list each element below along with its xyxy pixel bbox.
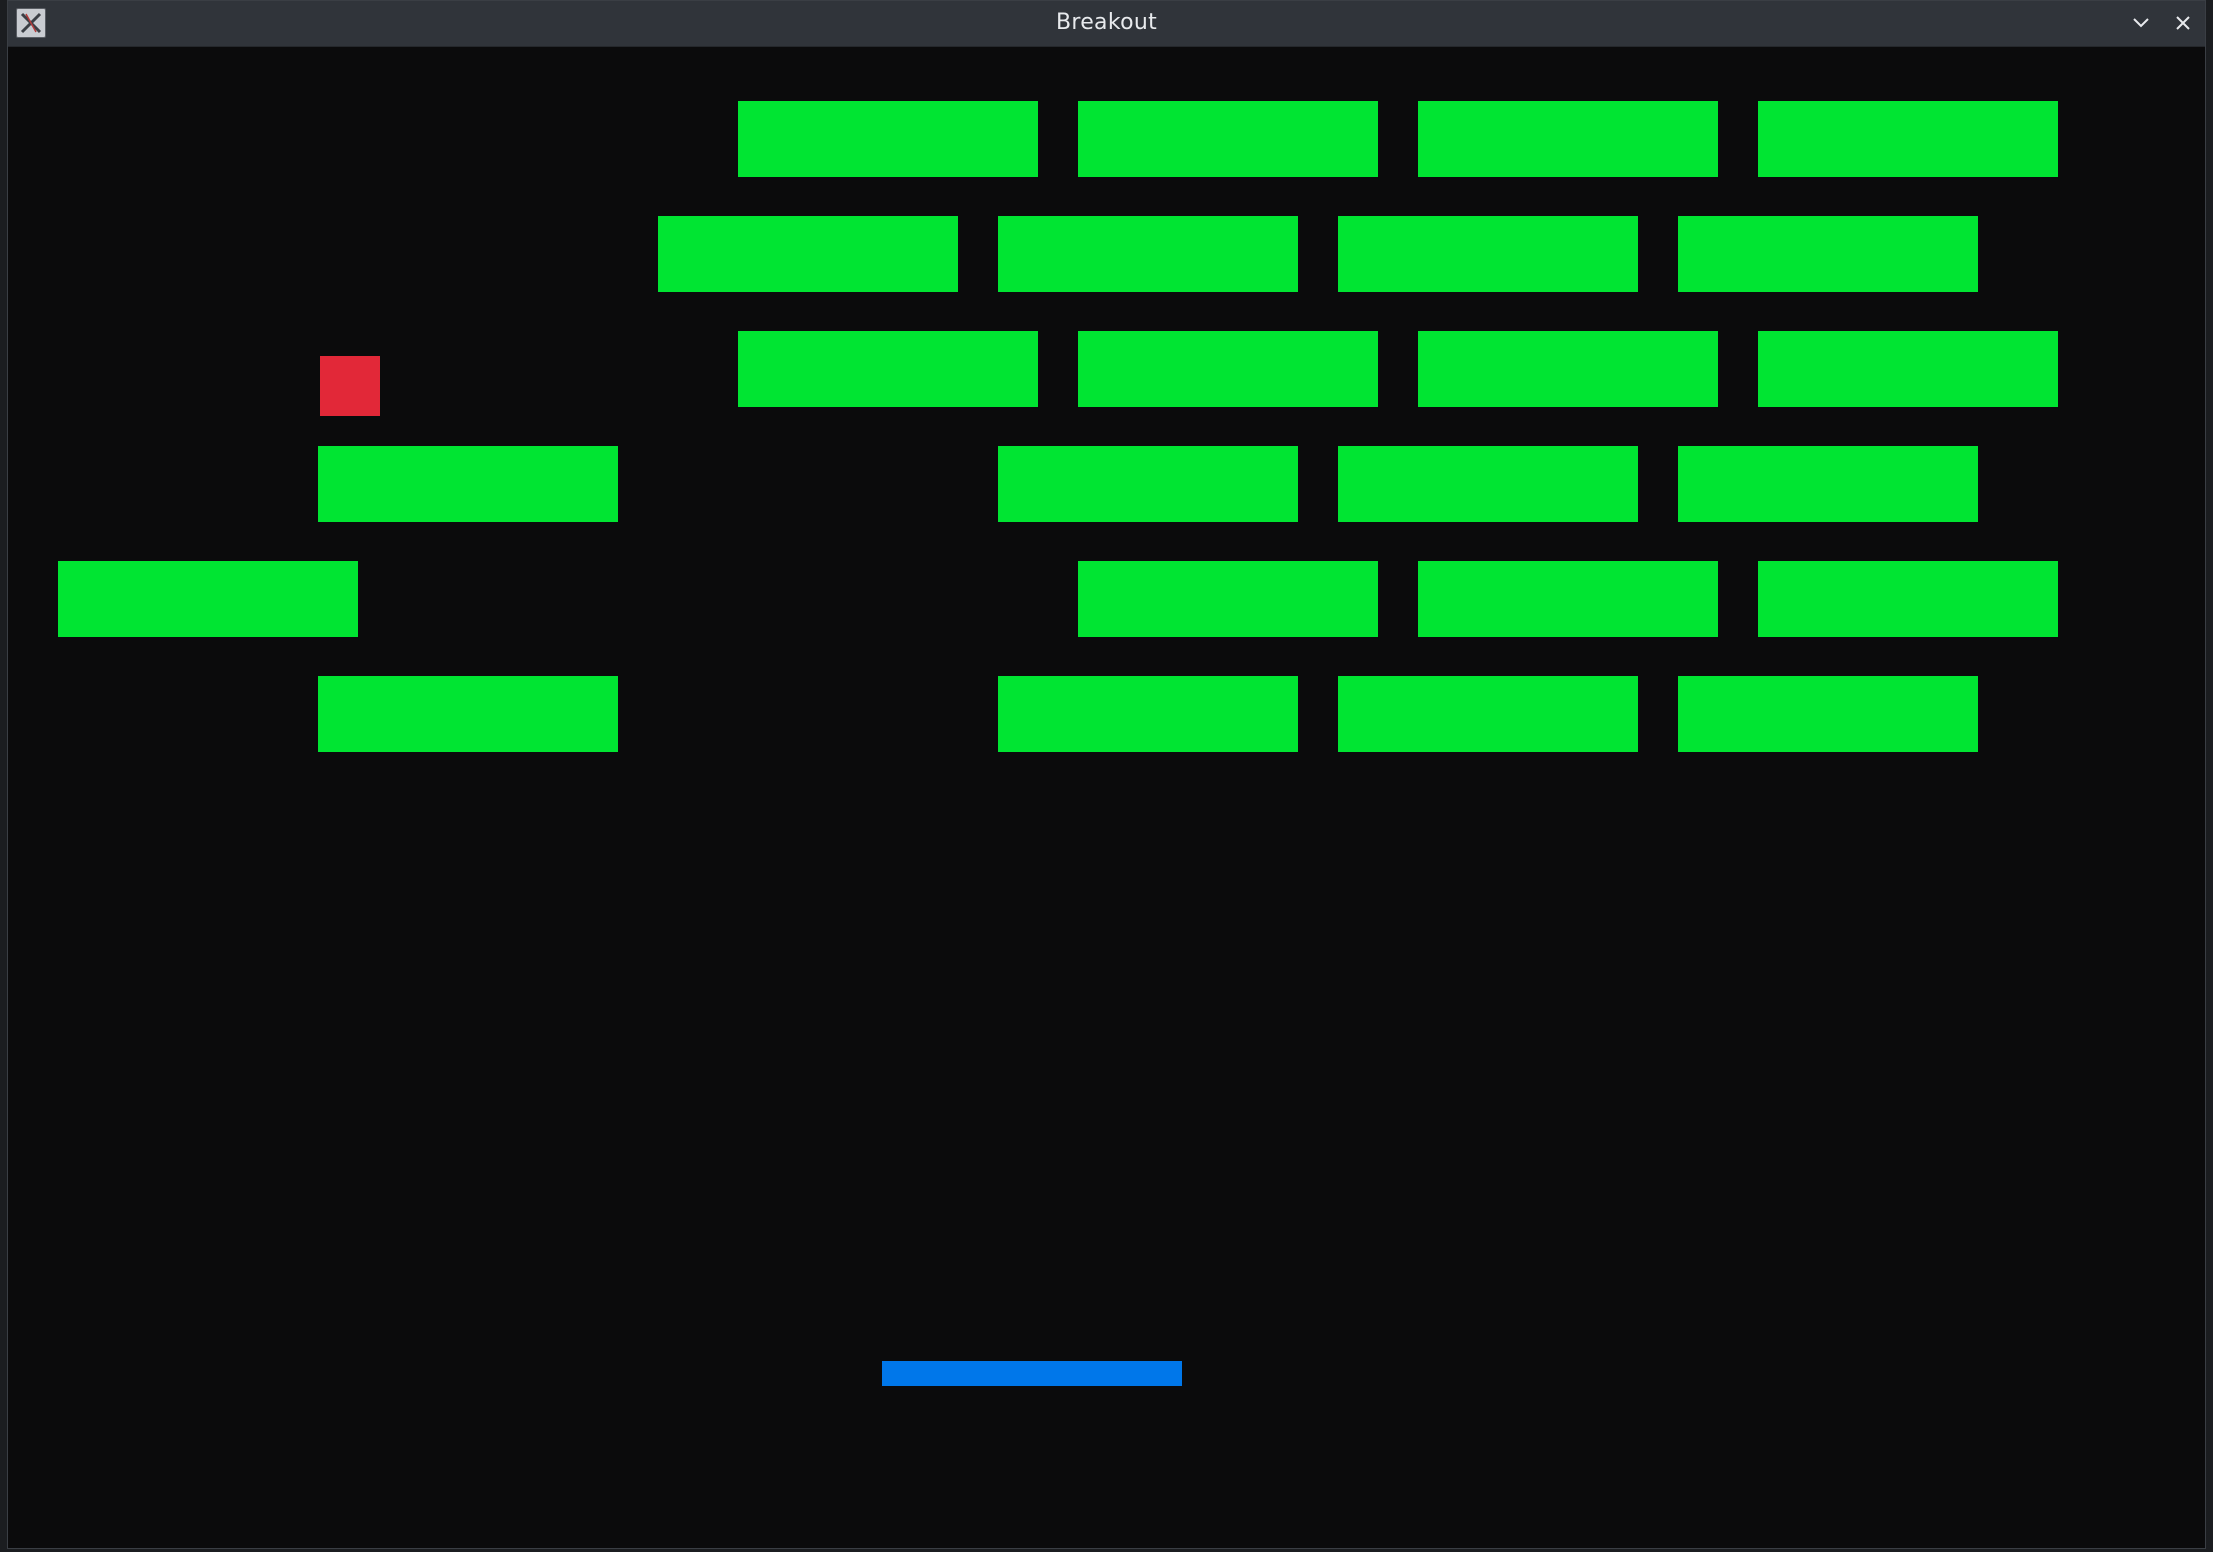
brick xyxy=(998,676,1298,752)
close-icon[interactable] xyxy=(2169,9,2197,37)
brick xyxy=(1078,561,1378,637)
brick xyxy=(1418,561,1718,637)
game-window: Breakout xyxy=(7,0,2206,1549)
brick xyxy=(1758,331,2058,407)
brick xyxy=(58,561,358,637)
brick xyxy=(1418,331,1718,407)
brick xyxy=(1758,101,2058,177)
brick xyxy=(1678,676,1978,752)
brick xyxy=(998,216,1298,292)
brick xyxy=(1078,101,1378,177)
brick xyxy=(1338,446,1638,522)
brick xyxy=(998,446,1298,522)
brick xyxy=(738,101,1038,177)
brick xyxy=(738,331,1038,407)
title-bar[interactable]: Breakout xyxy=(8,1,2205,47)
game-canvas[interactable] xyxy=(8,47,2205,1548)
brick xyxy=(1758,561,2058,637)
brick xyxy=(1078,331,1378,407)
brick xyxy=(1418,101,1718,177)
window-title: Breakout xyxy=(1055,10,1158,35)
chevron-down-icon[interactable] xyxy=(2127,9,2155,37)
brick xyxy=(1338,216,1638,292)
brick xyxy=(318,446,618,522)
brick xyxy=(1678,446,1978,522)
ball xyxy=(320,356,380,416)
paddle[interactable] xyxy=(882,1361,1182,1386)
brick xyxy=(318,676,618,752)
brick xyxy=(658,216,958,292)
brick xyxy=(1678,216,1978,292)
brick xyxy=(1338,676,1638,752)
